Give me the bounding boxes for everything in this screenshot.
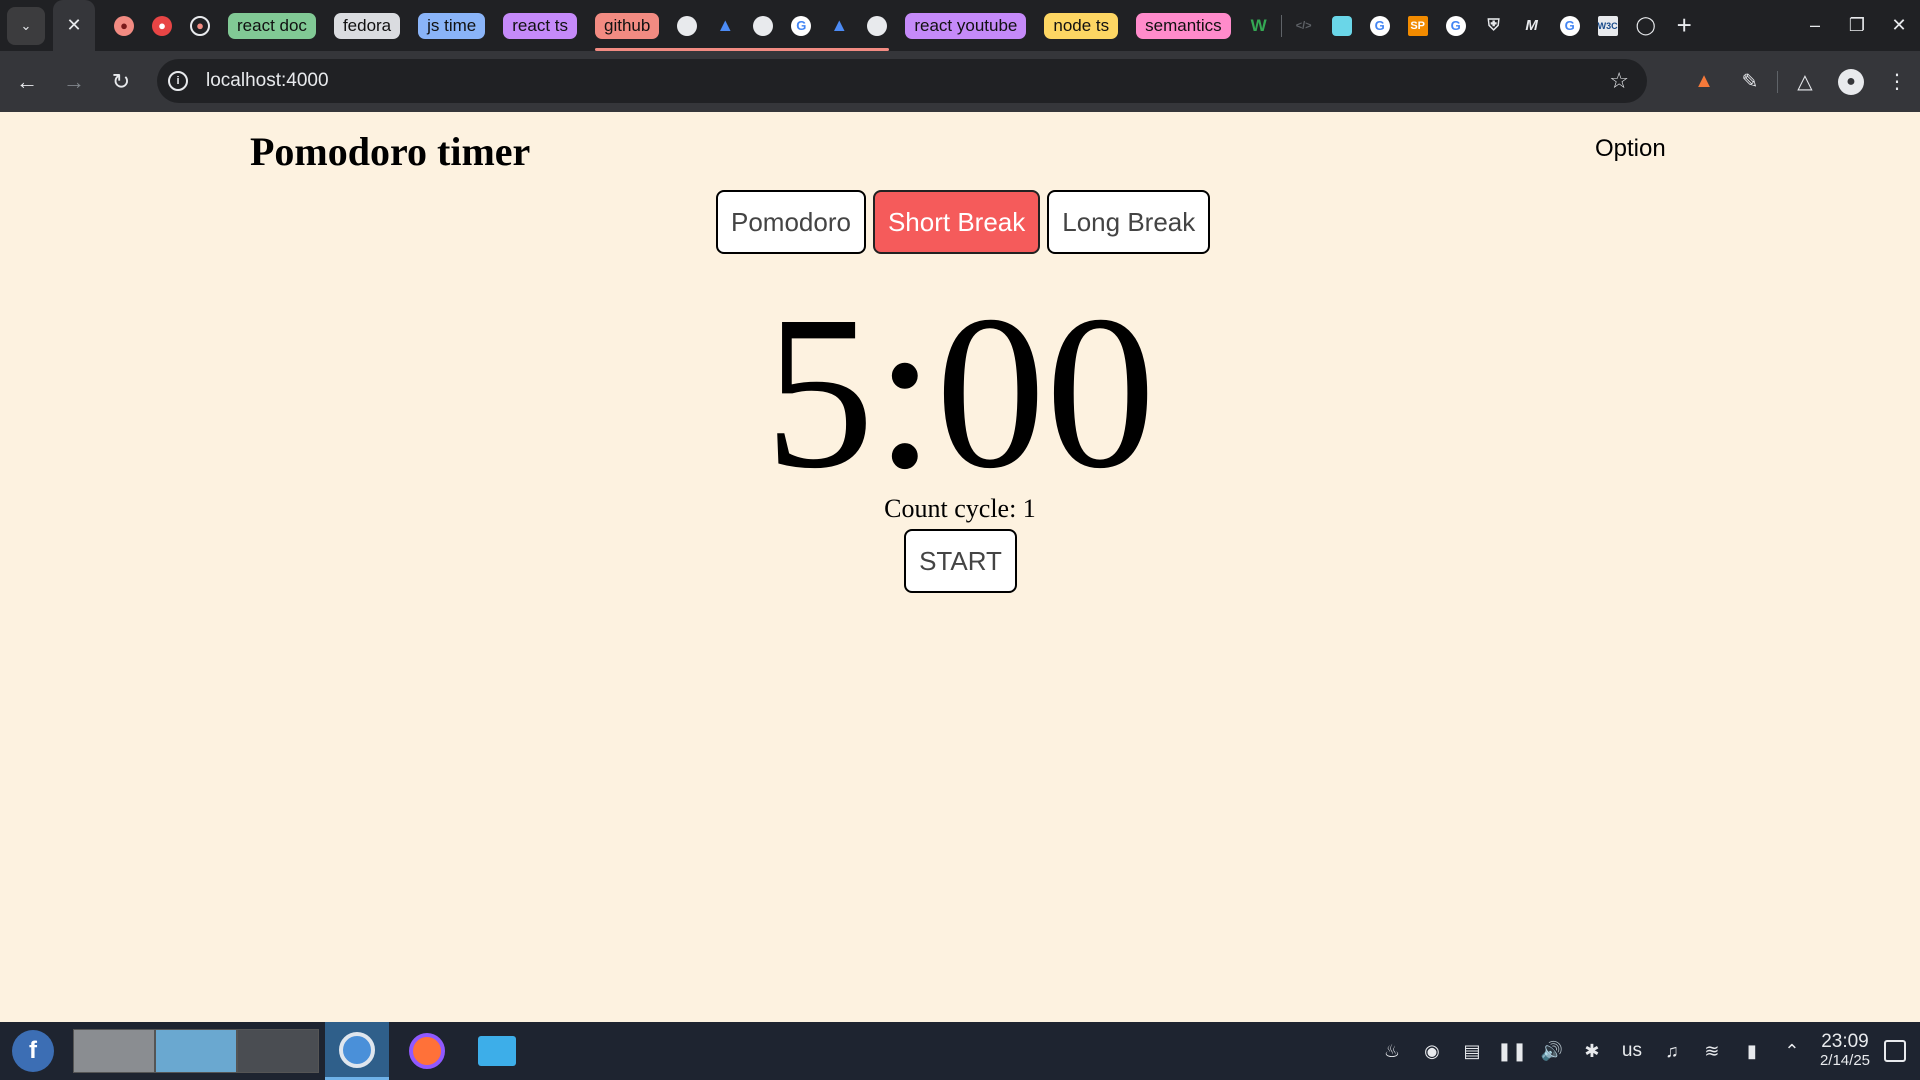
tab-group-node-ts[interactable]: node ts <box>1044 12 1119 39</box>
cycle-count: Count cycle: 1 <box>884 494 1036 523</box>
keyboard-layout[interactable]: us <box>1612 1040 1652 1062</box>
show-desktop-button[interactable] <box>1884 1040 1906 1062</box>
shield-icon[interactable]: ⛨ <box>1484 16 1504 36</box>
tab-record-icon[interactable]: ● <box>190 15 210 36</box>
pomodoro-mode-button[interactable]: Pomodoro <box>716 190 866 254</box>
taskbar-firefox[interactable] <box>395 1022 459 1080</box>
tab-search-button[interactable]: ⌄ <box>7 6 45 45</box>
reload-button[interactable]: ↻ <box>101 62 141 102</box>
notifications-icon[interactable]: ♨ <box>1372 1041 1412 1062</box>
volume-icon[interactable]: 🔊 <box>1532 1041 1572 1062</box>
reload-icon: ↻ <box>111 68 131 94</box>
timer-display: 5:00 <box>764 270 1156 514</box>
profile-button[interactable]: ● <box>1828 68 1874 95</box>
start-button[interactable]: START <box>904 529 1017 593</box>
toolbar-separator <box>1777 70 1778 93</box>
site-info-icon[interactable]: i <box>168 71 188 91</box>
medium-icon[interactable]: M <box>1522 16 1542 36</box>
battery-icon[interactable]: ▮ <box>1732 1041 1772 1062</box>
back-button[interactable]: ← <box>7 62 47 102</box>
tab-group-github[interactable]: github <box>595 12 891 51</box>
firefox-icon <box>409 1033 445 1069</box>
chevron-down-icon: ⌄ <box>20 17 32 33</box>
menu-kebab-icon[interactable]: ⋮ <box>1874 69 1920 94</box>
w3c-icon[interactable]: W3C <box>1597 15 1618 36</box>
bookmark-star-icon[interactable]: ☆ <box>1609 68 1629 94</box>
atlassian-icon[interactable]: ▲ <box>829 15 849 36</box>
media-pause-icon[interactable]: ❚❚ <box>1492 1041 1532 1062</box>
google-icon[interactable]: G <box>1445 15 1466 36</box>
option-button[interactable]: Option <box>1595 135 1666 163</box>
chrome-icon <box>339 1031 375 1068</box>
tabs: ● ● ● react doc fedora js time react ts … <box>105 0 1692 51</box>
toolbar-actions: ▲ ✎ △ ● ⋮ <box>1681 51 1920 112</box>
tab-strip: ⌄ ✕ ● ● ● react doc fedora js time react… <box>0 0 1920 51</box>
tab-group-js-time[interactable]: js time <box>418 12 486 39</box>
page-title: Pomodoro timer <box>250 129 531 174</box>
tab-tomato-icon[interactable]: ● <box>114 15 134 36</box>
taskbar-chrome[interactable] <box>325 1022 389 1080</box>
address-bar[interactable]: i localhost:4000 ☆ <box>157 59 1647 103</box>
clock-date: 2/14/25 <box>1819 1052 1870 1069</box>
google-icon[interactable]: G <box>1559 15 1580 36</box>
window-controls: – ❐ ✕ <box>1794 0 1920 51</box>
extension-flame-icon[interactable]: ▲ <box>1681 70 1727 93</box>
arrow-left-icon: ← <box>16 68 38 94</box>
new-tab-button[interactable]: + <box>1677 10 1692 41</box>
folder-icon <box>478 1036 516 1066</box>
forward-button[interactable]: → <box>54 62 94 102</box>
tab-group-react-ts[interactable]: react ts <box>503 12 578 39</box>
extensions-puzzle-icon[interactable]: ✎ <box>1727 69 1773 94</box>
desktop-3[interactable] <box>237 1029 319 1073</box>
expand-tray-icon[interactable]: ⌃ <box>1772 1041 1812 1062</box>
atlassian-icon[interactable]: ▲ <box>715 15 735 36</box>
labs-flask-icon[interactable]: △ <box>1782 69 1828 94</box>
close-tab-icon[interactable]: ✕ <box>66 15 81 36</box>
virtual-desktop-pager <box>73 1029 319 1073</box>
webflow-icon[interactable]: W <box>1249 16 1269 36</box>
address-url[interactable]: localhost:4000 <box>206 70 329 92</box>
bluetooth-icon[interactable]: ✱ <box>1572 1041 1612 1062</box>
tab-group-react-youtube[interactable]: react youtube <box>905 12 1027 39</box>
close-window-icon[interactable]: ✕ <box>1878 15 1920 36</box>
minimize-icon[interactable]: – <box>1794 15 1836 36</box>
code-icon[interactable]: </> <box>1294 16 1314 36</box>
google-icon[interactable]: G <box>1369 15 1390 36</box>
page-content: Pomodoro timer Option Pomodoro Short Bre… <box>0 112 1920 1022</box>
tab-group-react-doc[interactable]: react doc <box>228 12 316 39</box>
person-icon: ● <box>1846 72 1856 90</box>
system-tray: ♨ ◉ ▤ ❚❚ 🔊 ✱ us ♫ ≋ ▮ ⌃ 23:09 2/14/25 <box>1372 1022 1920 1080</box>
wifi-icon[interactable]: ≋ <box>1692 1041 1732 1062</box>
github-icon[interactable] <box>867 15 888 36</box>
github-icon[interactable] <box>753 15 774 36</box>
short-break-mode-button[interactable]: Short Break <box>872 190 1041 254</box>
taskbar: f ♨ ◉ ▤ ❚❚ 🔊 ✱ us ♫ ≋ ▮ ⌃ 23:09 2/14/25 <box>0 1022 1920 1080</box>
clock-time: 23:09 <box>1821 1031 1869 1052</box>
chrome-icon[interactable]: ◯ <box>1636 15 1656 36</box>
google-icon[interactable]: G <box>791 15 812 36</box>
tab-tomato-icon[interactable]: ● <box>152 15 172 36</box>
taskbar-files[interactable] <box>465 1022 529 1080</box>
tab-group-semantics[interactable]: semantics <box>1136 12 1231 39</box>
active-tab[interactable]: ✕ <box>53 0 95 51</box>
fedora-launcher-icon[interactable]: f <box>12 1030 54 1072</box>
tab-group-fedora[interactable]: fedora <box>333 12 401 39</box>
desktop-1[interactable] <box>73 1029 155 1073</box>
desktop-2[interactable] <box>155 1029 237 1073</box>
restore-icon[interactable]: ❐ <box>1836 15 1878 36</box>
tab-cyan-icon[interactable] <box>1331 15 1352 36</box>
sp-icon[interactable]: SP <box>1407 15 1428 36</box>
browser-toolbar: ← → ↻ i localhost:4000 ☆ ▲ ✎ △ ● ⋮ <box>0 51 1920 112</box>
clock[interactable]: 23:09 2/14/25 <box>1820 1032 1870 1070</box>
avatar: ● <box>1838 68 1864 95</box>
arrow-right-icon: → <box>63 68 85 94</box>
mode-selector: Pomodoro Short Break Long Break <box>716 190 1211 254</box>
long-break-mode-button[interactable]: Long Break <box>1047 190 1211 254</box>
updates-icon[interactable]: ◉ <box>1412 1041 1452 1062</box>
microphone-icon[interactable]: ♫ <box>1652 1041 1692 1062</box>
tab-separator <box>1280 14 1282 37</box>
github-icon[interactable] <box>677 15 698 36</box>
clipboard-icon[interactable]: ▤ <box>1452 1041 1492 1062</box>
